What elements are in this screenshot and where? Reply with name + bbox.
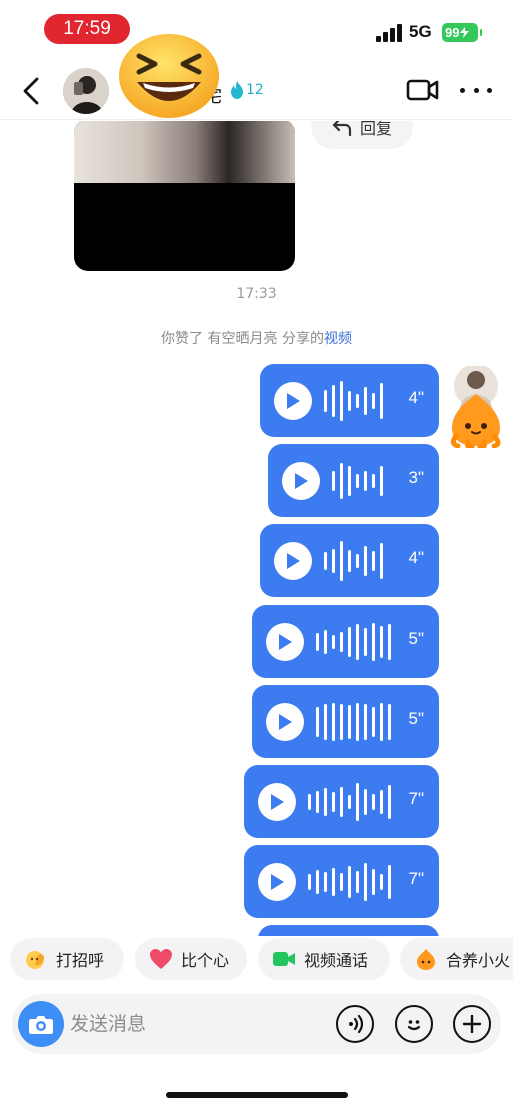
quick-reply-label: 比个心 [181, 951, 230, 970]
wave-hand-icon [26, 951, 45, 969]
voice-duration: 3" [408, 468, 425, 487]
voice-message[interactable]: 4" [260, 364, 439, 437]
reply-label: 回复 [359, 121, 392, 138]
reply-arrow-icon [332, 121, 352, 136]
waveform [308, 862, 391, 902]
voice-duration: 7" [408, 869, 425, 888]
voice-message-partial[interactable] [258, 925, 439, 936]
voice-message[interactable]: 7" [244, 845, 439, 918]
message-list[interactable]: 回复 17:33 你赞了 有空晒月亮 分享的视频 4" 3" 4" 5" 5" … [0, 121, 513, 936]
play-button[interactable] [282, 461, 320, 500]
message-input-bar [12, 994, 501, 1054]
fire-pet-icon [417, 949, 435, 970]
voice-duration: 5" [408, 629, 425, 648]
play-button[interactable] [258, 782, 296, 821]
video-camera-icon [406, 79, 439, 101]
chevron-left-icon [23, 77, 39, 105]
back-button[interactable] [14, 74, 48, 108]
voice-duration: 4" [408, 548, 425, 567]
chat-header: 宅 12 [0, 60, 513, 120]
battery-level: 99 [445, 25, 460, 40]
play-icon [295, 472, 308, 489]
voice-message[interactable]: 4" [260, 524, 439, 597]
more-options-button[interactable] [460, 80, 492, 100]
quick-reply-fire-pet[interactable]: 合养小火 [400, 938, 513, 980]
network-type: 5G [409, 22, 432, 41]
laughing-emoji-sticker [119, 34, 219, 118]
play-icon [279, 713, 292, 730]
video-call-icon [273, 952, 295, 966]
voice-duration: 5" [408, 709, 425, 728]
voice-message[interactable]: 5" [252, 685, 439, 758]
quick-reply-label: 打招呼 [56, 951, 105, 970]
signal-icon [376, 24, 404, 42]
waveform [316, 702, 391, 742]
home-indicator[interactable] [166, 1092, 348, 1098]
play-button[interactable] [274, 541, 312, 580]
add-button[interactable] [453, 1005, 491, 1043]
play-button[interactable] [258, 862, 296, 901]
more-dot-icon [473, 87, 479, 93]
play-icon [271, 793, 284, 810]
voice-wave-icon [349, 1014, 364, 1034]
more-dot-icon [460, 87, 465, 93]
quick-reply-heart[interactable]: 比个心 [135, 938, 247, 980]
notice-text: 你赞了 有空晒月亮 分享的 [161, 331, 324, 347]
waveform [308, 782, 391, 822]
quick-reply-bar[interactable]: 打招呼 比个心 视频通话 合养小火 [0, 938, 513, 982]
voice-message[interactable]: 3" [268, 444, 439, 517]
waveform [324, 380, 383, 421]
quick-reply-greet[interactable]: 打招呼 [10, 938, 124, 980]
plus-icon [462, 1014, 482, 1034]
smiley-icon [407, 1020, 421, 1031]
fire-count: 12 [246, 82, 264, 98]
quick-reply-label: 视频通话 [304, 951, 369, 970]
message-input[interactable] [70, 1006, 310, 1042]
battery-icon: 99 [442, 23, 482, 42]
voice-input-button[interactable] [336, 1005, 374, 1043]
play-icon [287, 392, 300, 409]
heart-icon [150, 949, 172, 969]
image-message[interactable] [74, 121, 295, 271]
waveform [324, 540, 383, 581]
voice-message[interactable]: 5" [252, 605, 439, 678]
self-avatar-sticker[interactable] [446, 366, 506, 448]
status-bar: 17:59 5G 99 [0, 0, 513, 60]
shared-photo [74, 121, 295, 183]
notice-video-link[interactable]: 视频 [324, 331, 352, 347]
camera-icon [29, 1016, 53, 1034]
more-dot-icon [487, 87, 492, 93]
play-icon [279, 633, 292, 650]
reply-button[interactable]: 回复 [311, 121, 413, 149]
voice-message[interactable]: 7" [244, 765, 439, 838]
waveform [332, 461, 383, 501]
message-timestamp: 17:33 [236, 286, 277, 302]
fire-streak: 12 [230, 81, 264, 99]
play-button[interactable] [266, 622, 304, 661]
quick-reply-label: 合养小火 [446, 951, 511, 970]
system-notice: 你赞了 有空晒月亮 分享的视频 [0, 328, 513, 348]
contact-avatar[interactable] [63, 68, 109, 114]
quick-reply-video-call[interactable]: 视频通话 [258, 938, 390, 980]
play-icon [271, 873, 284, 890]
play-button[interactable] [274, 381, 312, 420]
emoji-button[interactable] [395, 1005, 433, 1043]
flame-icon [231, 81, 243, 99]
waveform [316, 622, 391, 662]
play-icon [287, 552, 300, 569]
voice-duration: 4" [408, 388, 425, 407]
play-button[interactable] [266, 702, 304, 741]
voice-duration: 7" [408, 789, 425, 808]
camera-button[interactable] [18, 1001, 64, 1047]
video-call-button[interactable] [406, 76, 440, 104]
